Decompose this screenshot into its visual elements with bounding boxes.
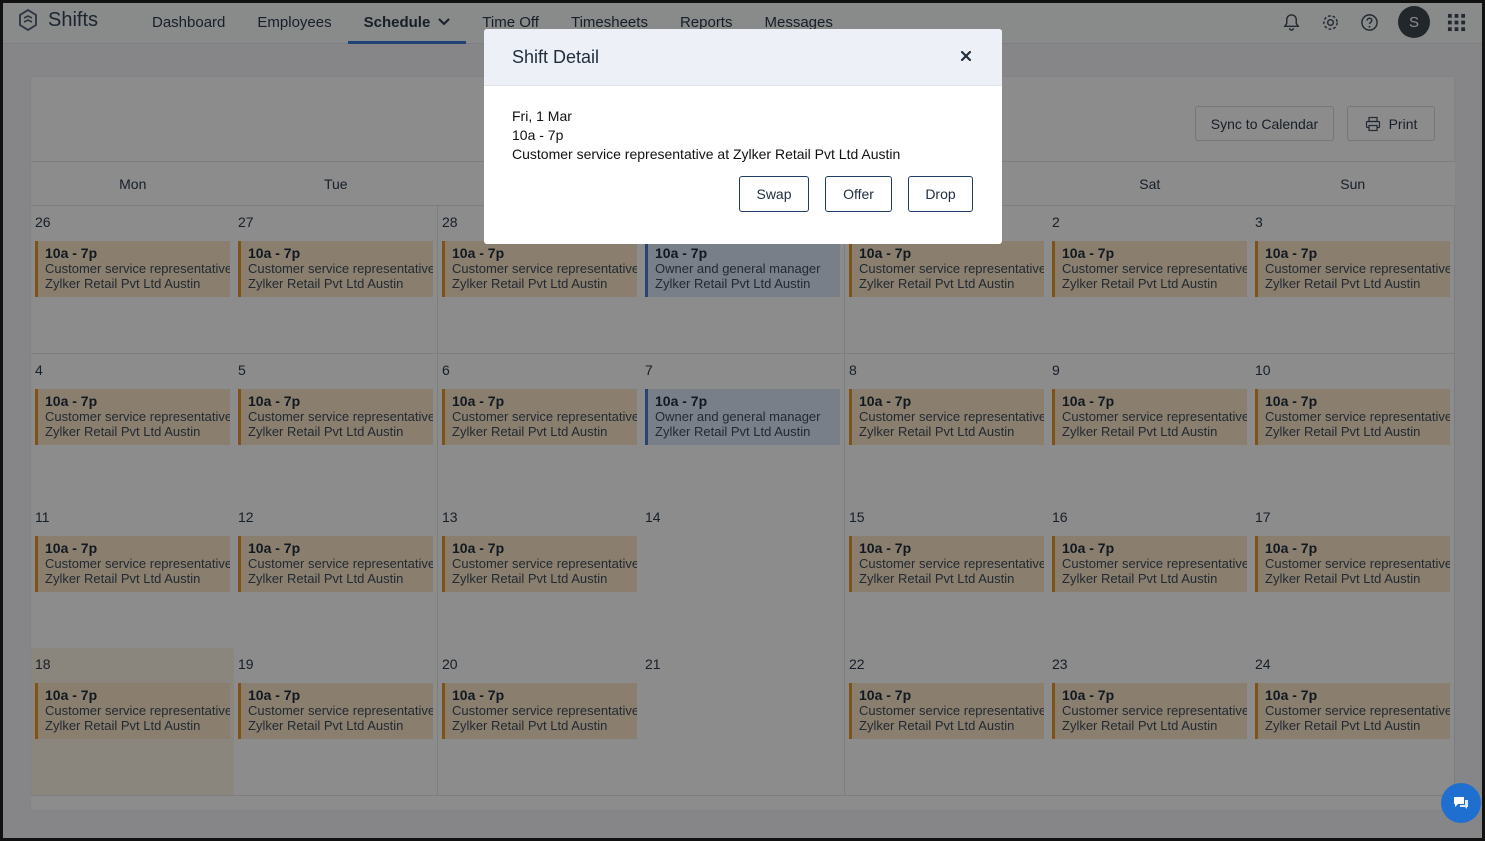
dialog-header: Shift Detail xyxy=(484,29,1002,86)
dialog-title: Shift Detail xyxy=(512,46,600,67)
shift-description: Customer service representative at Zylke… xyxy=(512,146,901,162)
shift-time: 10a - 7p xyxy=(512,127,564,143)
dialog-actions: Swap Offer Drop xyxy=(739,176,973,212)
drop-button[interactable]: Drop xyxy=(908,176,973,212)
dialog-body: Fri, 1 Mar 10a - 7p Customer service rep… xyxy=(484,86,1002,164)
close-icon[interactable] xyxy=(958,48,974,64)
chat-icon xyxy=(1454,797,1468,809)
shift-detail-dialog: Shift Detail Fri, 1 Mar 10a - 7p Custome… xyxy=(484,29,1002,244)
swap-button[interactable]: Swap xyxy=(739,176,809,212)
chat-widget-button[interactable] xyxy=(1441,783,1481,823)
shift-date: Fri, 1 Mar xyxy=(512,108,572,124)
offer-button[interactable]: Offer xyxy=(825,176,892,212)
